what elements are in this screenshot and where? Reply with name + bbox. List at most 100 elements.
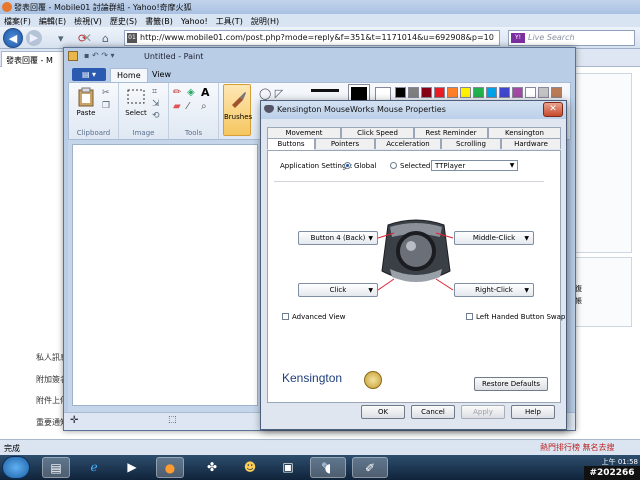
chevron-down-icon: ▼: [509, 162, 515, 169]
palette-swatch[interactable]: [551, 87, 562, 98]
restore-defaults-button[interactable]: Restore Defaults: [474, 377, 548, 391]
paint-app-taskbar-icon[interactable]: ✐: [352, 457, 388, 478]
back-button[interactable]: ◀: [3, 28, 23, 48]
browser-tab[interactable]: 發表回覆 - M: [1, 51, 67, 67]
palette-swatch[interactable]: [525, 87, 536, 98]
magnifier-icon[interactable]: ⌕: [201, 101, 207, 112]
advanced-view-checkbox[interactable]: [282, 313, 289, 320]
forward-button[interactable]: ▶: [26, 30, 42, 46]
ie-taskbar-icon[interactable]: ℯ: [80, 457, 108, 478]
firefox-taskbar-icon[interactable]: ●: [156, 457, 184, 478]
palette-swatch[interactable]: [473, 87, 484, 98]
palette-swatch[interactable]: [395, 87, 406, 98]
help-button[interactable]: Help: [511, 405, 555, 419]
button-top-left-select[interactable]: Button 4 (Back) ▼: [298, 231, 378, 245]
tab-acceleration[interactable]: Acceleration: [375, 138, 441, 149]
paste-button[interactable]: Paste: [73, 87, 99, 117]
selected-label: Selected:: [400, 162, 433, 170]
search-input[interactable]: Y! Live Search: [508, 30, 635, 46]
resize-icon[interactable]: ⇲: [152, 99, 160, 109]
messenger-taskbar-icon[interactable]: ☻: [236, 457, 264, 478]
tab-movement[interactable]: Movement: [267, 127, 341, 138]
explorer-taskbar-icon[interactable]: ▤: [42, 457, 70, 478]
url-bar[interactable]: 01 http://www.mobile01.com/post.php?mode…: [124, 30, 500, 46]
fill-icon[interactable]: ◈: [187, 87, 195, 98]
button-top-right-value: Middle-Click: [472, 234, 516, 242]
application-select[interactable]: TTPlayer ▼: [431, 160, 518, 171]
palette-swatch[interactable]: [538, 87, 549, 98]
search-engine-icon[interactable]: Y!: [511, 33, 525, 43]
rotate-icon[interactable]: ⟲: [152, 111, 160, 121]
media-player-taskbar-icon[interactable]: ▶: [118, 457, 146, 478]
select-label: Select: [125, 109, 147, 117]
crop-icon[interactable]: ⌗: [152, 87, 157, 97]
tab-pointers[interactable]: Pointers: [315, 138, 375, 149]
palette-swatch[interactable]: [421, 87, 432, 98]
tab-scrolling[interactable]: Scrolling: [441, 138, 501, 149]
left-handed-checkbox[interactable]: [466, 313, 473, 320]
palette-swatch[interactable]: [447, 87, 458, 98]
ok-button[interactable]: OK: [361, 405, 405, 419]
clipboard-group: Paste ✂ ❐ Clipboard: [69, 83, 119, 139]
image-group: Select ⌗ ⇲ ⟲ Image: [119, 83, 169, 139]
site-favicon: 01: [127, 33, 137, 43]
brushes-button[interactable]: Brushes: [223, 84, 252, 136]
mouse-properties-dialog: Kensington MouseWorks Mouse Properties ✕…: [260, 100, 567, 430]
chevron-down-icon: ▼: [368, 235, 373, 242]
apply-button[interactable]: Apply: [461, 405, 505, 419]
palette-swatch[interactable]: [408, 87, 419, 98]
select-rectangle-icon: [127, 89, 145, 104]
select-button[interactable]: Select: [122, 87, 150, 117]
right-box-text-2: 帳: [575, 297, 582, 305]
button-top-right-select[interactable]: Middle-Click ▼: [454, 231, 534, 245]
status-right-links[interactable]: 熱門排行榜 無名去搜: [540, 442, 615, 453]
palette-swatch[interactable]: [499, 87, 510, 98]
mouse-taskbar-icon[interactable]: ◖: [310, 457, 346, 478]
tool-taskbar-icon[interactable]: ✤: [198, 457, 226, 478]
palette-swatch[interactable]: [512, 87, 523, 98]
text-tool-icon[interactable]: A: [201, 86, 210, 99]
button-bottom-left-select[interactable]: Click ▼: [298, 283, 378, 297]
start-button[interactable]: [2, 456, 30, 479]
home-icon[interactable]: ⌂: [102, 32, 109, 45]
tab-buttons[interactable]: Buttons: [267, 138, 315, 150]
paint-ribbon-tabs: ▤ ▾ Home View: [68, 66, 571, 82]
cursor-position-icon: ✛: [70, 415, 79, 426]
tab-click-speed[interactable]: Click Speed: [341, 127, 414, 138]
copy-icon[interactable]: ❐: [102, 101, 110, 111]
palette-swatch[interactable]: [486, 87, 497, 98]
cut-icon[interactable]: ✂: [102, 88, 110, 98]
separator: [274, 181, 544, 182]
quick-save-icon[interactable]: ▪ ↶ ↷ ▾: [84, 51, 114, 60]
dialog-title-bar: Kensington MouseWorks Mouse Properties: [261, 101, 566, 119]
cancel-button[interactable]: Cancel: [411, 405, 455, 419]
bookmark-star-icon[interactable]: ☆: [488, 32, 495, 41]
close-button[interactable]: ✕: [543, 102, 563, 117]
folder-taskbar-icon[interactable]: ▣: [274, 457, 302, 478]
eraser-icon[interactable]: ▰: [173, 101, 181, 112]
app-settings-label: Application Settings:: [280, 162, 353, 170]
tab-view[interactable]: View: [146, 68, 177, 82]
palette-swatch[interactable]: [434, 87, 445, 98]
color-picker-icon[interactable]: ⁄: [187, 101, 189, 112]
stop-icon[interactable]: ✕: [82, 31, 92, 45]
tab-kensington[interactable]: Kensington: [488, 127, 561, 138]
dropdown-history-icon[interactable]: ▾: [58, 32, 64, 45]
button-bottom-right-select[interactable]: Right-Click ▼: [454, 283, 534, 297]
paint-file-menu-button[interactable]: ▤ ▾: [72, 68, 106, 81]
drawing-canvas[interactable]: [72, 144, 258, 406]
paste-label: Paste: [76, 109, 96, 117]
status-text: 完成: [4, 444, 20, 453]
tab-hardware[interactable]: Hardware: [501, 138, 561, 149]
clipboard-icon: [78, 87, 94, 107]
pencil-icon[interactable]: ✏: [173, 87, 181, 98]
tools-group: ✏ ◈ A ▰ ⁄ ⌕ Tools: [169, 83, 219, 139]
image-group-label: Image: [132, 129, 155, 137]
global-radio[interactable]: [344, 162, 351, 169]
watermark: #202266: [584, 466, 640, 480]
palette-swatch[interactable]: [460, 87, 471, 98]
tab-home[interactable]: Home: [110, 68, 148, 82]
tab-rest-reminder[interactable]: Rest Reminder: [414, 127, 488, 138]
selected-radio[interactable]: [390, 162, 397, 169]
search-placeholder: Live Search: [528, 33, 575, 42]
